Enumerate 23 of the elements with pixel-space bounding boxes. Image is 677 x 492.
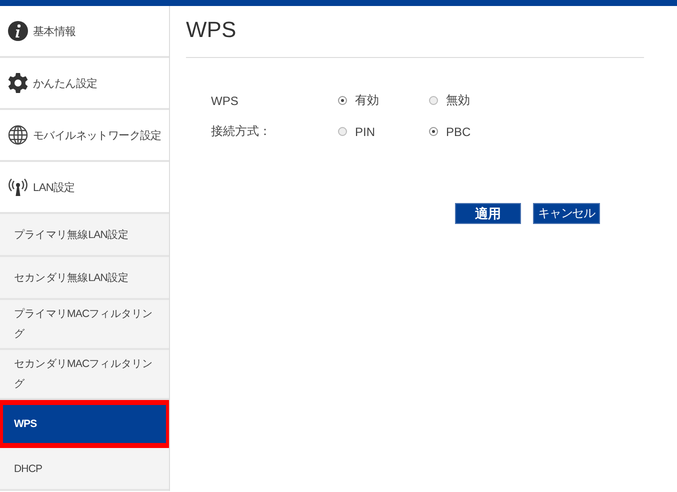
- radio-label: 有効: [355, 92, 379, 109]
- radio-button[interactable]: [338, 96, 347, 105]
- radio-button[interactable]: [429, 127, 438, 136]
- sidebar-item[interactable]: セカンダリMACフィルタリング: [0, 350, 169, 400]
- field-label: WPS: [211, 94, 240, 108]
- page-title: WPS: [186, 17, 238, 44]
- radio-label: PIN: [355, 124, 376, 138]
- gear-icon: [8, 73, 28, 93]
- sidebar-item[interactable]: プライマリ無線LAN設定: [0, 214, 169, 257]
- field-label: 接続方式：: [211, 123, 272, 140]
- info-icon: [8, 21, 28, 41]
- apply-button[interactable]: 適用: [455, 203, 521, 224]
- sidebar-item[interactable]: DHCP: [0, 448, 169, 491]
- globe-icon: [8, 125, 28, 145]
- antenna-icon: [8, 177, 28, 197]
- sidebar-item[interactable]: WPS: [0, 400, 169, 448]
- sidebar-item[interactable]: セカンダリ無線LAN設定: [0, 257, 169, 300]
- sidebar-item[interactable]: プライマリMACフィルタリング: [0, 300, 169, 350]
- radio-label: PBC: [446, 124, 471, 138]
- radio-button[interactable]: [429, 96, 438, 105]
- radio-button[interactable]: [338, 127, 347, 136]
- cancel-button[interactable]: キャンセル: [533, 203, 600, 224]
- radio-label: 無効: [446, 92, 470, 109]
